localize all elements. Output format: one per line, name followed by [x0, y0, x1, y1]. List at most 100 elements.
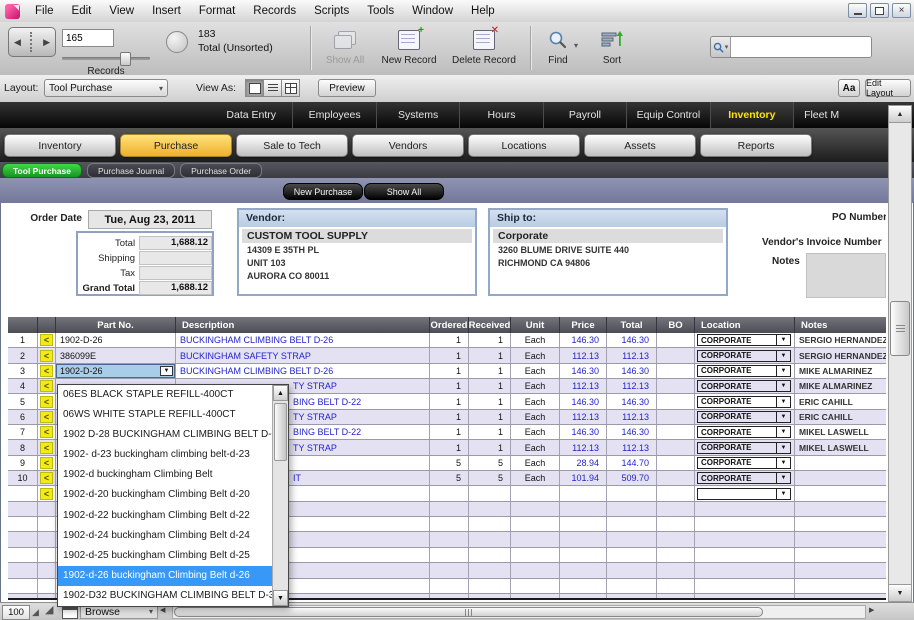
current-record-input[interactable]: [62, 29, 114, 47]
unit-cell[interactable]: [511, 502, 560, 516]
column-header-location[interactable]: Location: [695, 317, 795, 333]
edit-layout-button[interactable]: Edit Layout: [865, 79, 911, 97]
backorder-cell[interactable]: [657, 364, 695, 378]
column-header-ordered[interactable]: Ordered: [430, 317, 469, 333]
filemaker-app-icon[interactable]: [5, 4, 20, 19]
go-to-related-icon[interactable]: <: [40, 396, 53, 408]
dropdown-scrollbar[interactable]: ▲ ▼: [272, 385, 288, 606]
search-icon[interactable]: ▾: [711, 37, 731, 57]
sort-button[interactable]: Sort: [592, 27, 632, 66]
view-form-button[interactable]: [245, 79, 264, 97]
location-dropdown[interactable]: CORPORATE▼: [697, 411, 791, 423]
find-options-caret-icon[interactable]: ▾: [574, 41, 578, 50]
dropdown-scroll-thumb[interactable]: [274, 403, 287, 461]
received-cell[interactable]: [469, 563, 511, 577]
vertical-scroll-thumb[interactable]: [890, 301, 910, 356]
go-to-related-icon[interactable]: <: [40, 380, 53, 392]
menu-tools[interactable]: Tools: [358, 1, 403, 22]
received-cell[interactable]: 1: [469, 364, 511, 378]
tab-employees[interactable]: Employees: [292, 102, 375, 128]
total-cell[interactable]: 146.30: [607, 333, 657, 347]
price-cell[interactable]: [560, 517, 607, 531]
part-no-cell[interactable]: 386099E: [56, 348, 176, 362]
total-cell[interactable]: 146.30: [607, 425, 657, 439]
go-to-related-icon[interactable]: <: [40, 334, 53, 346]
price-cell[interactable]: 146.30: [560, 333, 607, 347]
tab-assets[interactable]: Assets: [584, 134, 696, 157]
go-to-related-icon[interactable]: <: [40, 365, 53, 377]
tab-purchase[interactable]: Purchase: [120, 134, 232, 157]
price-cell[interactable]: 146.30: [560, 394, 607, 408]
menu-records[interactable]: Records: [244, 1, 305, 22]
part-no-edit-field[interactable]: 1902-D-26▼: [56, 364, 175, 378]
tab-locations[interactable]: Locations: [468, 134, 580, 157]
record-slider-thumb[interactable]: [120, 52, 131, 66]
ordered-cell[interactable]: 5: [430, 456, 469, 470]
show-all-button[interactable]: Show All: [320, 27, 370, 66]
unit-cell[interactable]: [511, 532, 560, 546]
location-arrow-icon[interactable]: ▼: [776, 397, 790, 407]
tab-tool-purchase[interactable]: Tool Purchase: [2, 163, 82, 178]
column-header-description[interactable]: Description: [176, 317, 430, 333]
notes-cell[interactable]: MIKE ALMARINEZ: [795, 364, 886, 378]
column-header-total[interactable]: Total: [607, 317, 657, 333]
tab-reports[interactable]: Reports: [700, 134, 812, 157]
dropdown-item[interactable]: 1902-d-24 buckingham Climbing Belt d-24: [58, 526, 272, 546]
tab-systems[interactable]: Systems: [376, 102, 459, 128]
backorder-cell[interactable]: [657, 379, 695, 393]
tab-hours[interactable]: Hours: [459, 102, 542, 128]
tab-data-entry[interactable]: Data Entry: [210, 102, 292, 128]
backorder-cell[interactable]: [657, 456, 695, 470]
price-cell[interactable]: 28.94: [560, 456, 607, 470]
go-to-related-icon[interactable]: <: [40, 488, 53, 500]
menu-edit[interactable]: Edit: [63, 1, 101, 22]
unit-cell[interactable]: Each: [511, 394, 560, 408]
ordered-cell[interactable]: [430, 563, 469, 577]
total-cell[interactable]: [607, 548, 657, 562]
dropdown-item[interactable]: 1902-d-26 buckingham Climbing Belt d-26: [58, 566, 272, 586]
unit-cell[interactable]: Each: [511, 456, 560, 470]
total-cell[interactable]: [607, 517, 657, 531]
backorder-cell[interactable]: [657, 502, 695, 516]
unit-cell[interactable]: Each: [511, 410, 560, 424]
total-field-grand-total[interactable]: 1,688.12: [139, 281, 212, 295]
unit-cell[interactable]: Each: [511, 364, 560, 378]
total-cell[interactable]: 146.30: [607, 364, 657, 378]
tab-vendors[interactable]: Vendors: [352, 134, 464, 157]
order-date-field[interactable]: Tue, Aug 23, 2011: [88, 210, 212, 229]
location-arrow-icon[interactable]: ▼: [776, 351, 790, 361]
total-cell[interactable]: 144.70: [607, 456, 657, 470]
received-cell[interactable]: 1: [469, 348, 511, 362]
backorder-cell[interactable]: [657, 440, 695, 454]
price-cell[interactable]: 112.13: [560, 410, 607, 424]
scroll-left-icon[interactable]: ◀: [160, 606, 165, 614]
location-dropdown[interactable]: CORPORATE▼: [697, 442, 791, 454]
backorder-cell[interactable]: [657, 348, 695, 362]
go-to-related-icon[interactable]: <: [40, 457, 53, 469]
description-cell[interactable]: BUCKINGHAM CLIMBING BELT D-26: [176, 333, 430, 347]
notes-cell[interactable]: [795, 471, 886, 485]
notes-cell[interactable]: SERGIO HERNANDEZ: [795, 333, 886, 347]
vendor-name-field[interactable]: CUSTOM TOOL SUPPLY: [242, 229, 472, 243]
part-no-cell[interactable]: 1902-D-26: [56, 333, 176, 347]
ordered-cell[interactable]: 1: [430, 394, 469, 408]
minimize-button[interactable]: [848, 3, 867, 18]
received-cell[interactable]: 5: [469, 456, 511, 470]
received-cell[interactable]: [469, 502, 511, 516]
received-cell[interactable]: 1: [469, 440, 511, 454]
column-header-part-no[interactable]: Part No.: [56, 317, 176, 333]
delete-record-button[interactable]: ✕ Delete Record: [448, 27, 520, 66]
menu-help[interactable]: Help: [462, 1, 504, 22]
ordered-cell[interactable]: [430, 548, 469, 562]
backorder-cell[interactable]: [657, 579, 695, 593]
received-cell[interactable]: 1: [469, 410, 511, 424]
dropdown-item[interactable]: 1902-d-22 buckingham Climbing Belt d-22: [58, 506, 272, 526]
location-arrow-icon[interactable]: ▼: [776, 443, 790, 453]
ordered-cell[interactable]: 1: [430, 348, 469, 362]
price-cell[interactable]: 112.13: [560, 440, 607, 454]
received-cell[interactable]: [469, 486, 511, 500]
tab-equip-control[interactable]: Equip Control: [626, 102, 709, 128]
ordered-cell[interactable]: 1: [430, 440, 469, 454]
column-header-received[interactable]: Received: [469, 317, 511, 333]
column-header-notes[interactable]: Notes: [795, 317, 886, 333]
